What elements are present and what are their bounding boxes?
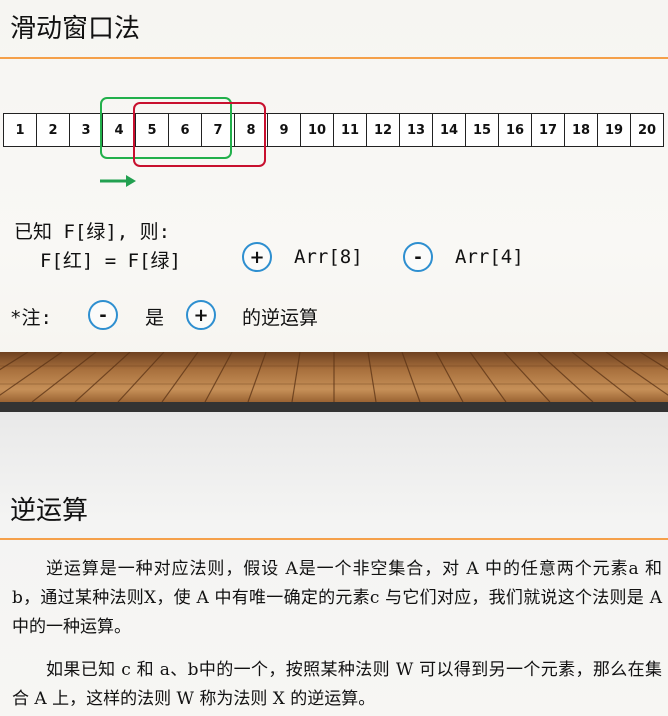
red-window-frame [133,102,266,167]
floor-edge [0,402,668,412]
plus-circle-icon: + [186,300,216,330]
title-divider [0,57,668,59]
array-cell: 10 [301,114,334,146]
paragraph: 如果已知 c 和 a、b中的一个，按照某种法则 W 可以得到另一个元素，那么在集… [12,660,662,709]
title-divider [0,538,668,540]
formula-sub-term: Arr[4] [455,246,524,268]
array-cell: 20 [631,114,664,146]
array-cell: 2 [37,114,70,146]
note-text: 的逆运算 [242,307,319,329]
formula-lhs: F[红] = F[绿] [40,250,181,272]
array-cell: 3 [70,114,103,146]
right-arrow-icon [100,175,136,187]
minus-circle-icon: - [403,242,433,272]
array-cell: 14 [433,114,466,146]
note-text: 是 [145,307,165,329]
array-cell: 18 [565,114,598,146]
array-cell: 1 [4,114,37,146]
plus-circle-icon: + [242,242,272,272]
paragraph: 逆运算是一种对应法则，假设 A是一个非空集合，对 A 中的任意两个元素a 和 b… [12,559,662,637]
slide-title: 滑动窗口法 [10,14,141,44]
note-label: *注: [10,307,52,329]
known-statement: 已知 F[绿], 则: [14,221,171,243]
array-cell: 19 [598,114,631,146]
array-cell: 12 [367,114,400,146]
array-cell: 9 [268,114,301,146]
array-cell: 15 [466,114,499,146]
minus-circle-icon: - [88,300,118,330]
array-cell: 17 [532,114,565,146]
array-cell: 13 [400,114,433,146]
slide-title: 逆运算 [10,496,89,526]
array-cell: 11 [334,114,367,146]
formula-add-term: Arr[8] [294,246,363,268]
slide-inverse-operation: 逆运算 逆运算是一种对应法则，假设 A是一个非空集合，对 A 中的任意两个元素a… [0,412,668,716]
slide-sliding-window: 滑动窗口法 1 2 3 4 5 6 7 8 9 10 11 12 13 14 1… [0,0,668,412]
array-cell: 16 [499,114,532,146]
wooden-floor-decoration [0,352,668,402]
